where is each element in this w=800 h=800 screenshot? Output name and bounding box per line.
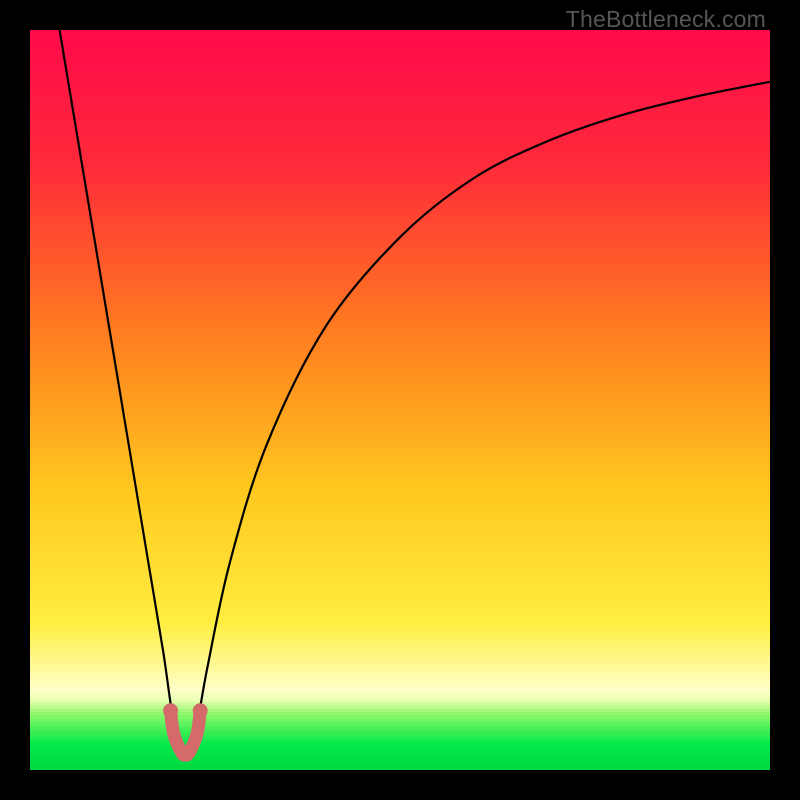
optimal-zone-endpoint-right [193,703,208,718]
watermark-text: TheBottleneck.com [566,6,766,33]
highlight-layer [30,30,770,770]
optimal-zone-marker [171,711,201,755]
optimal-zone-endpoint-left [163,703,178,718]
plot-area [30,30,770,770]
chart-frame: TheBottleneck.com [0,0,800,800]
